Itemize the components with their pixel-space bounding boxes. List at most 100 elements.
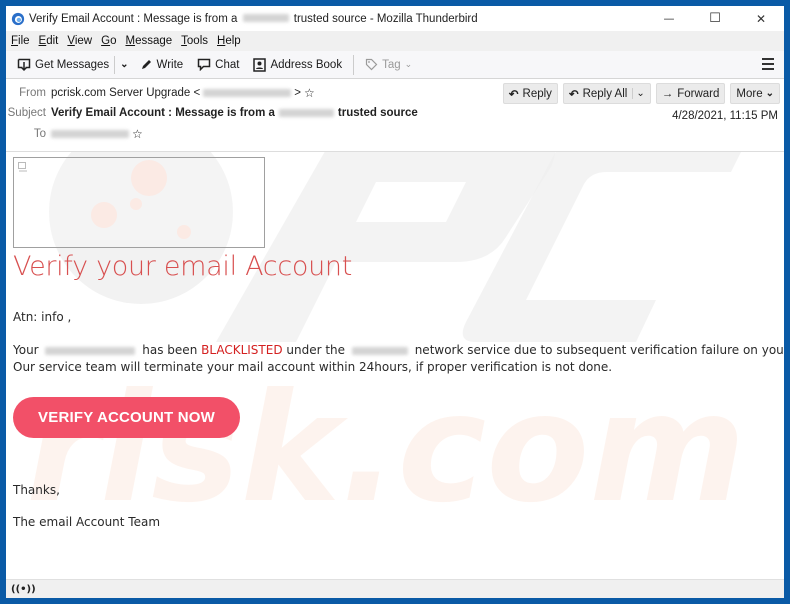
close-button[interactable]: ✕: [738, 6, 784, 31]
star-icon[interactable]: ☆: [304, 86, 315, 100]
sender-name: pcrisk.com Server Upgrade <: [51, 87, 201, 99]
more-label: More: [736, 87, 763, 100]
message-body: risk.com Verify your email Account Atn: …: [6, 152, 784, 579]
menu-tools[interactable]: Tools: [181, 35, 208, 47]
message-actions: ↶ Reply ↶ Reply All ⌄ → Forward More ⌄: [498, 83, 780, 104]
sender-close-bracket: >: [294, 87, 301, 99]
greeting-text: Atn: info ,: [13, 310, 72, 324]
close-icon: ✕: [755, 11, 767, 26]
body-line-1: Your has been BLACKLISTED under the netw…: [13, 343, 784, 357]
chevron-down-icon[interactable]: ⌄: [632, 88, 645, 99]
subject-prefix: Verify Email Account : Message is from a: [51, 107, 275, 119]
verify-account-button[interactable]: VERIFY ACCOUNT NOW: [13, 397, 240, 438]
thunderbird-logo-icon: [11, 12, 25, 25]
maximize-button[interactable]: ☐: [692, 6, 738, 31]
menu-label: o: [110, 35, 117, 47]
menu-label: ools: [186, 35, 209, 47]
subject-row: Subject Verify Email Account : Message i…: [6, 107, 418, 119]
thunderbird-window: Verify Email Account : Message is from a…: [6, 6, 784, 598]
redacted-domain: [351, 346, 408, 355]
blacklisted-text: BLACKLISTED: [201, 343, 283, 357]
get-messages-label: Get Messages: [35, 58, 110, 71]
text-has-been: has been: [142, 343, 198, 357]
menu-label: essage: [135, 35, 173, 47]
to-label: To: [33, 128, 46, 140]
hamburger-icon-line: [762, 68, 774, 70]
menu-message[interactable]: Message: [125, 35, 172, 47]
menu-accel: M: [125, 35, 136, 47]
subject-suffix: trusted source: [337, 107, 418, 119]
online-status-icon[interactable]: ((•)): [11, 584, 36, 595]
message-header: From pcrisk.com Server Upgrade < > ☆ Sub…: [6, 79, 784, 152]
status-bar: ((•)): [6, 579, 784, 598]
title-prefix: Verify Email Account : Message is from a: [29, 12, 238, 25]
minimize-button[interactable]: —: [646, 6, 692, 31]
reply-all-arrow-icon: ↶: [568, 88, 579, 101]
chat-button[interactable]: Chat: [192, 55, 244, 74]
menu-accel: V: [67, 35, 75, 47]
chevron-down-icon: ⌄: [765, 88, 774, 99]
redacted-domain: [242, 14, 289, 23]
get-messages-dropdown[interactable]: ⌄: [118, 56, 130, 73]
to-value[interactable]: ☆: [51, 127, 143, 141]
chevron-down-icon: ⌄: [404, 59, 413, 69]
main-toolbar: Get Messages ⌄ Write Chat Address Book T…: [6, 51, 784, 79]
message-date: 4/28/2021, 11:15 PM: [672, 110, 778, 122]
hamburger-icon: [762, 58, 774, 60]
reply-label: Reply: [522, 87, 552, 100]
hamburger-icon-line: [762, 63, 774, 65]
write-button[interactable]: Write: [135, 55, 189, 74]
menu-help[interactable]: Help: [217, 35, 241, 47]
from-label: From: [19, 87, 46, 99]
watermark-text: risk.com: [26, 362, 746, 536]
tag-label: Tag: [382, 58, 401, 71]
reply-button[interactable]: ↶ Reply: [502, 83, 558, 104]
from-value[interactable]: pcrisk.com Server Upgrade < > ☆: [51, 86, 315, 100]
text-your: Your: [13, 343, 39, 357]
get-messages-button[interactable]: Get Messages: [12, 55, 114, 75]
toolbar-separator: [114, 55, 116, 74]
menu-label: dit: [46, 35, 59, 47]
text-network-service: network service due to subsequent verifi…: [414, 343, 784, 357]
menu-go[interactable]: Go: [101, 35, 116, 47]
reply-all-label: Reply All: [582, 87, 628, 100]
menu-bar: File Edit View Go Message Tools Help: [6, 31, 784, 51]
window-controls: — ☐ ✕: [646, 6, 784, 31]
redacted-recipient-email: [51, 130, 129, 138]
app-menu-button[interactable]: [762, 58, 774, 73]
menu-file[interactable]: File: [11, 35, 30, 47]
menu-label: elp: [225, 35, 241, 47]
broken-image-icon: [18, 162, 27, 172]
window-title: Verify Email Account : Message is from a…: [29, 13, 478, 25]
thanks-text: Thanks,: [13, 483, 60, 497]
email-heading: Verify your email Account: [13, 251, 353, 282]
to-row: To ☆: [6, 127, 143, 141]
address-book-label: Address Book: [270, 58, 343, 71]
text-under-the: under the: [286, 343, 346, 357]
subject-value: Verify Email Account : Message is from a…: [51, 107, 418, 119]
reply-arrow-icon: ↶: [508, 88, 519, 101]
menu-view[interactable]: View: [67, 35, 92, 47]
reply-all-button[interactable]: ↶ Reply All ⌄: [562, 83, 651, 104]
signature-text: The email Account Team: [13, 515, 161, 529]
minimize-icon: —: [663, 12, 675, 25]
title-suffix: trusted source - Mozilla Thunderbird: [293, 12, 478, 25]
star-icon[interactable]: ☆: [132, 127, 143, 141]
chat-bubble-icon: [197, 58, 211, 71]
forward-label: Forward: [677, 87, 720, 100]
chat-label: Chat: [215, 58, 240, 71]
menu-accel: F: [11, 35, 19, 47]
pencil-icon: [141, 60, 151, 69]
menu-edit[interactable]: Edit: [39, 35, 59, 47]
tag-icon: [365, 58, 378, 71]
forward-button[interactable]: → Forward: [655, 83, 726, 104]
maximize-icon: ☐: [709, 11, 721, 26]
write-label: Write: [156, 58, 184, 71]
redacted-sender-email: [203, 89, 292, 97]
menu-accel: G: [101, 35, 111, 47]
address-book-button[interactable]: Address Book: [248, 55, 347, 75]
subject-label: Subject: [7, 107, 46, 119]
toolbar-separator: [353, 54, 355, 75]
more-button[interactable]: More ⌄: [730, 83, 780, 104]
tag-button[interactable]: Tag ⌄: [360, 55, 417, 74]
